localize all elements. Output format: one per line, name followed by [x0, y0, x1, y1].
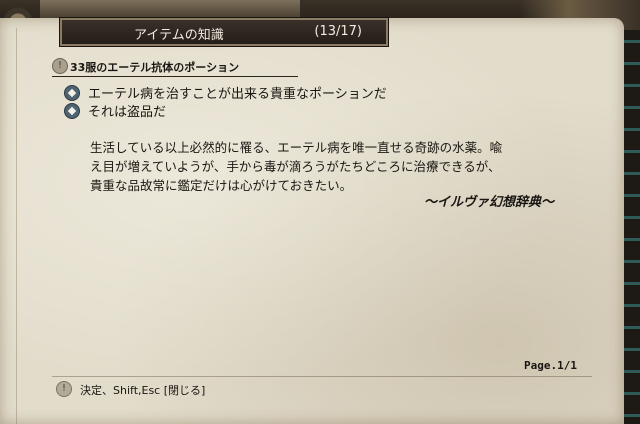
- diamond-bullet-icon: [64, 103, 80, 119]
- item-name: 33服のエーテル抗体のポーション: [70, 61, 240, 74]
- property-text: それは盗品だ: [88, 105, 167, 120]
- window-title: アイテムの知識: [134, 28, 224, 43]
- diamond-bullet-icon: [64, 85, 80, 101]
- hint-icon: !: [56, 381, 72, 397]
- footer-hint-text: 決定、Shift,Esc [閉じる]: [80, 384, 206, 397]
- page-indicator: Page.1/1: [524, 359, 577, 372]
- description-source: ～イルヴァ幻想辞典～: [424, 195, 555, 210]
- item-count: (13/17): [314, 24, 362, 39]
- description-line: 生活している以上必然的に罹る、エーテル病を唯一直せる奇跡の水薬。喩: [90, 140, 503, 155]
- item-heading: ! 33服のエーテル抗体のポーション: [52, 58, 298, 77]
- property-text: エーテル病を治すことが出来る貴重なポーションだ: [88, 87, 387, 102]
- footer-hint-bar: ! 決定、Shift,Esc [閉じる]: [52, 376, 592, 399]
- description-line: 貴重な品故常に鑑定だけは心がけておきたい。: [90, 178, 353, 193]
- window-title-bar: アイテムの知識 (13/17): [60, 18, 388, 46]
- background-menu-strip: [40, 0, 300, 19]
- info-icon: !: [52, 58, 68, 74]
- description-line: え目が増えていようが、手から毒が滴ろうがたちどころに治療できるが、: [90, 159, 501, 174]
